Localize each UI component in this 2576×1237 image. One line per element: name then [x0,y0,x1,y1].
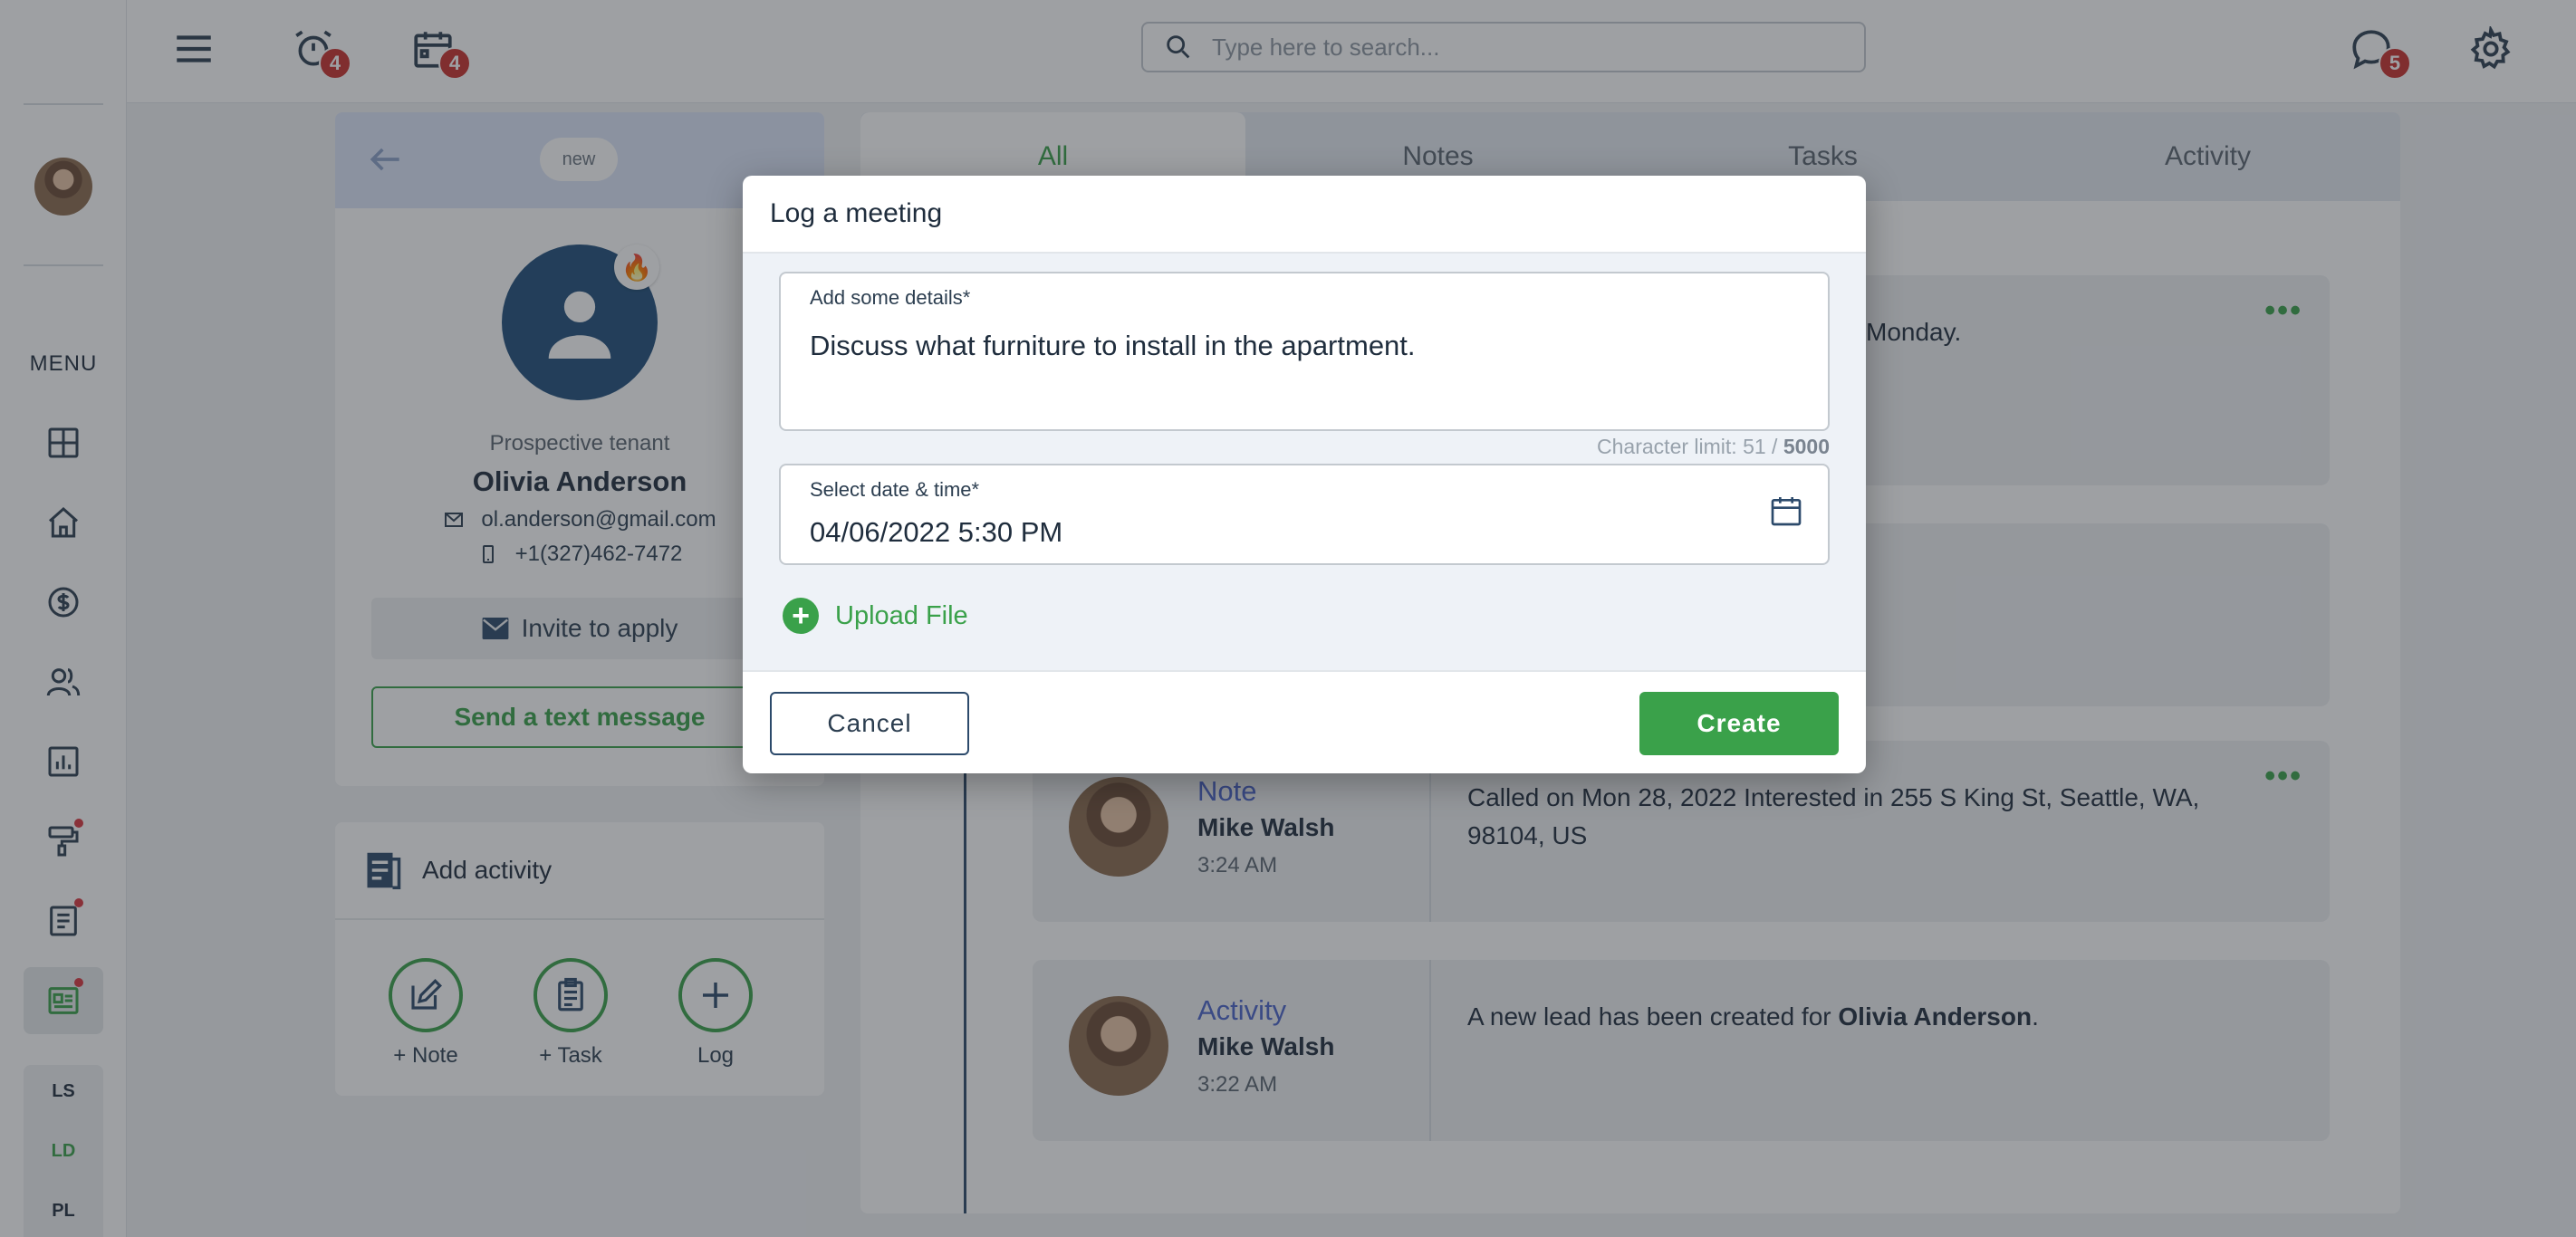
date-time-label: Select date & time* [810,478,980,501]
calendar-icon[interactable] [1768,493,1804,529]
plus-circle-icon: + [783,598,819,634]
dialog-title: Log a meeting [743,176,1866,254]
details-label: Add some details* [810,286,971,309]
dialog-footer: Cancel Create [743,670,1866,773]
create-button[interactable]: Create [1639,692,1839,755]
upload-file-button[interactable]: + Upload File [783,598,968,634]
date-time-input[interactable]: 04/06/2022 5:30 PM [810,516,1062,549]
log-meeting-dialog: Log a meeting Add some details* Discuss … [743,176,1866,773]
dialog-body: Add some details* Discuss what furniture… [743,254,1866,670]
upload-file-label: Upload File [835,600,968,630]
character-limit: Character limit: 51 / 5000 [1597,435,1830,458]
cancel-button[interactable]: Cancel [770,692,969,755]
details-textarea[interactable]: Discuss what furniture to install in the… [810,330,1416,362]
details-field[interactable]: Add some details* Discuss what furniture… [779,272,1830,431]
date-time-field[interactable]: Select date & time* 04/06/2022 5:30 PM [779,464,1830,565]
